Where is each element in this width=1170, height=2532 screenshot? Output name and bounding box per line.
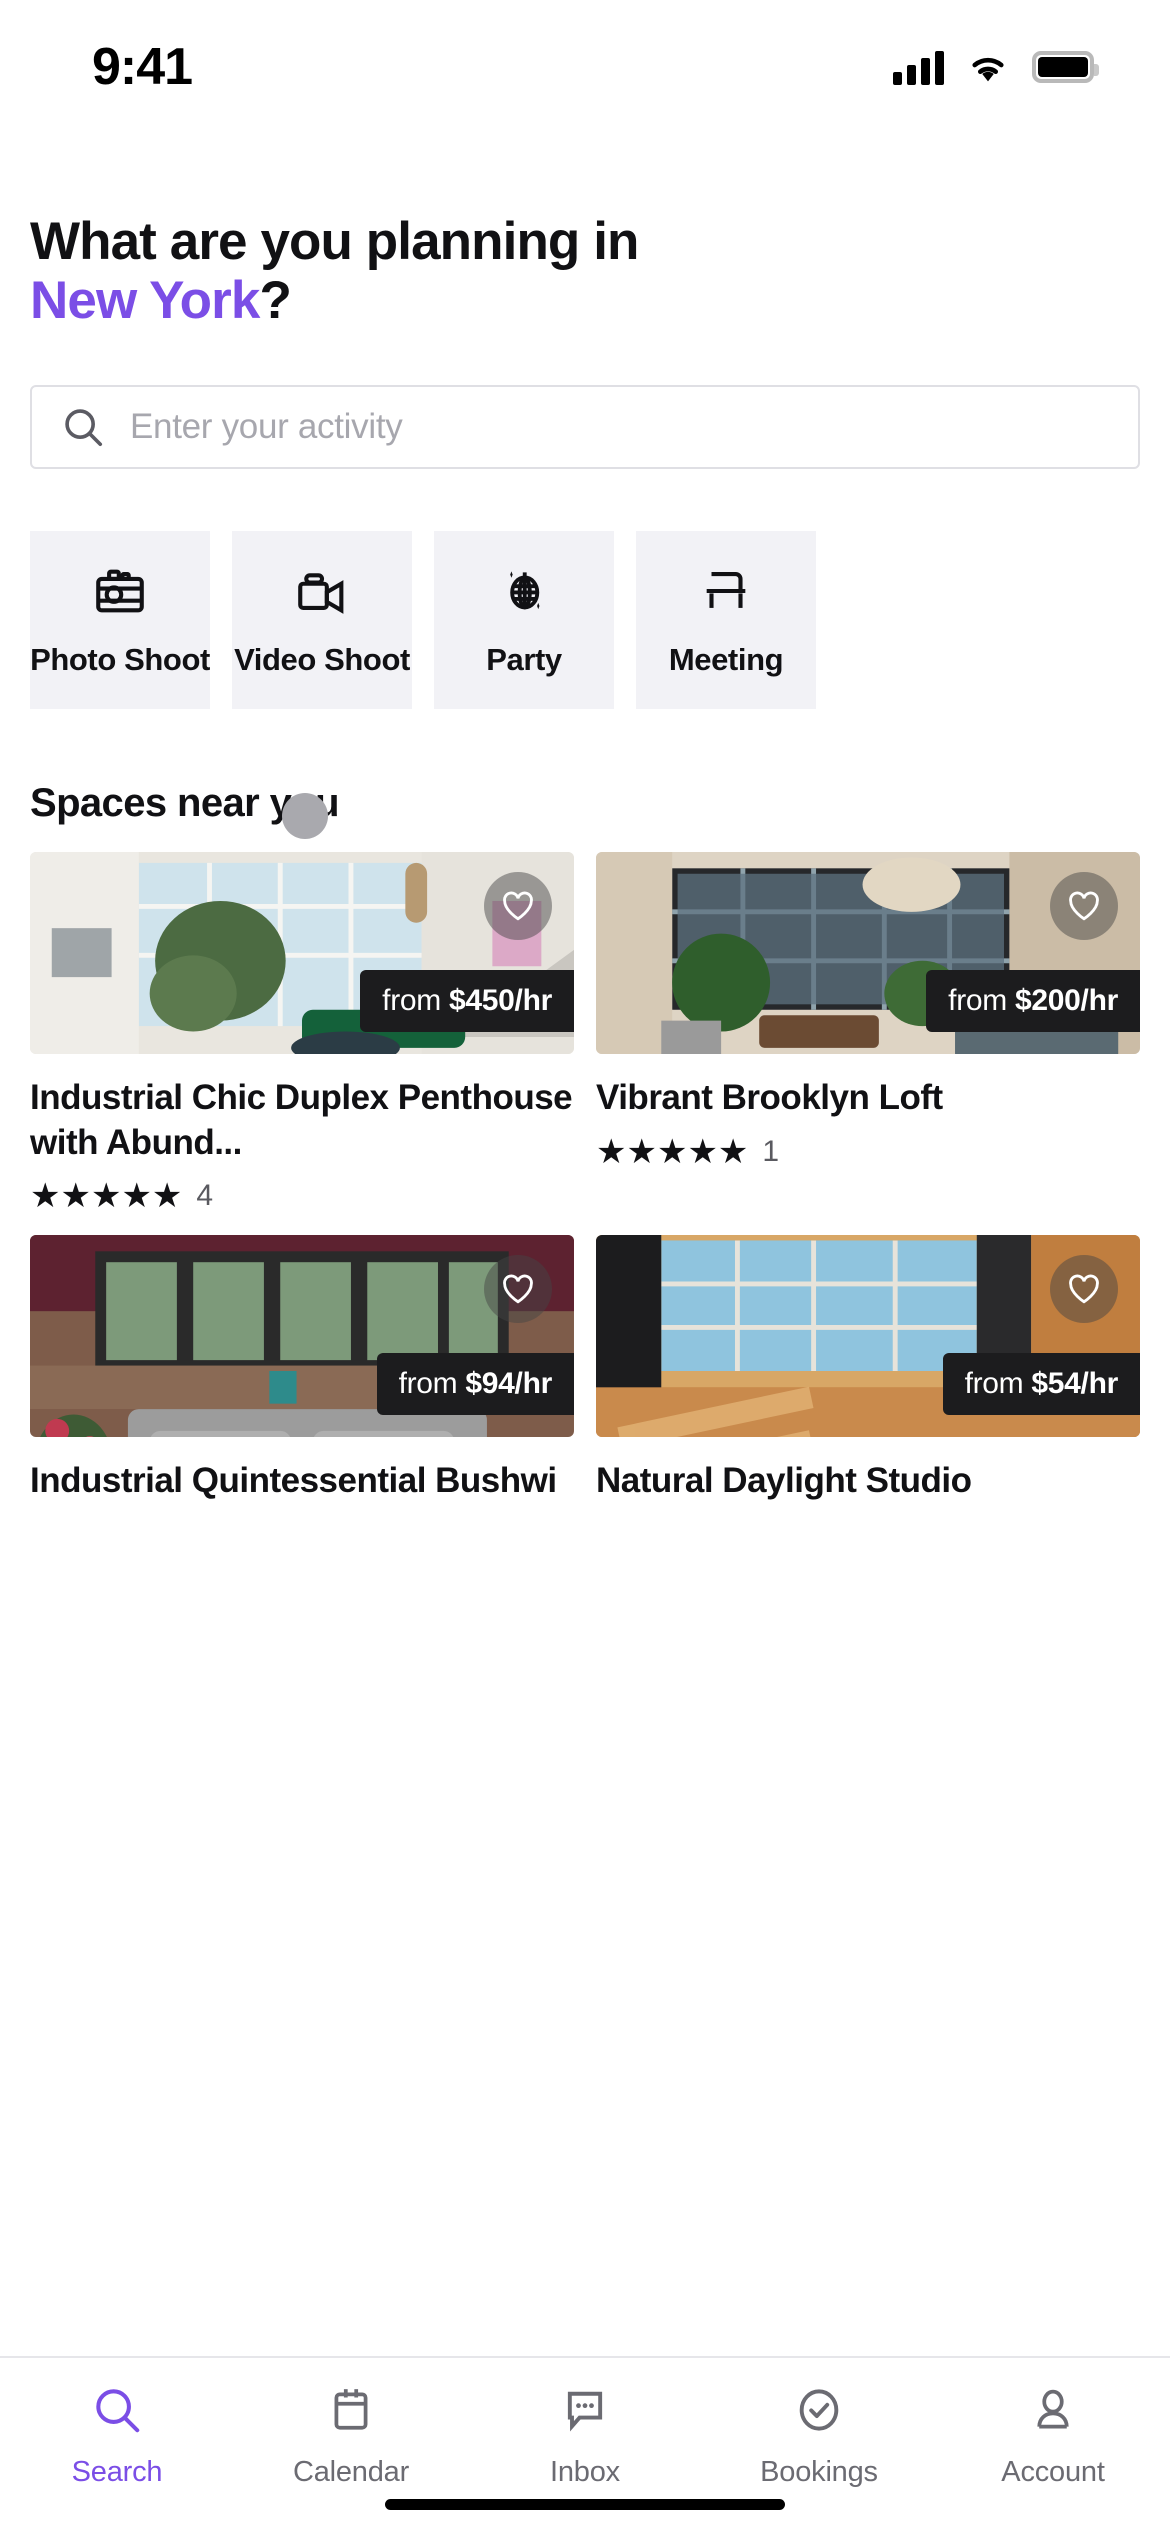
category-chip-label: Meeting [668,641,784,677]
listing-photo[interactable]: from $54/hr [596,1235,1140,1438]
search-icon [90,2380,144,2440]
tab-label: Inbox [550,2456,620,2488]
heart-icon [503,1274,533,1304]
status-indicators [893,49,1099,85]
page-content: What are you planning in New York? Enter… [0,212,1170,469]
review-count: 4 [196,1179,214,1213]
listing-title: Vibrant Brooklyn Loft [596,1077,943,1117]
listing-title: Natural Daylight Studio [596,1461,972,1501]
price-badge: from $450/hr [360,969,574,1032]
wifi-icon [972,57,1004,82]
favorite-button[interactable] [1050,1255,1118,1324]
tab-label: Bookings [760,2456,878,2488]
page-title-city: New York [30,271,260,331]
heart-icon [503,891,533,921]
listing-grid: from $450/hr Industrial Chic Duplex Pent… [30,851,1140,1504]
listing-photo[interactable]: from $94/hr [30,1235,574,1438]
listing-photo[interactable]: from $200/hr [596,851,1140,1054]
page-title-suffix: ? [259,271,291,331]
tab-label: Calendar [292,2456,410,2488]
listing-rating: ★★★★★ 1 [596,1135,1140,1169]
cellular-bars-icon [893,49,944,85]
listing-rating: ★★★★★ 4 [30,1179,574,1213]
category-chip-party[interactable]: Party [434,530,614,709]
chair-icon [697,562,755,620]
favorite-button[interactable] [484,871,552,940]
category-chip-label: Party [486,641,562,677]
price-amount: $450/hr [449,983,552,1017]
category-chip-list[interactable]: Photo Shoot Video Shoot Party Meeting [0,530,1170,709]
camera-icon [91,562,149,620]
category-chip-label: Video Shoot [234,641,410,677]
price-prefix: from [948,983,1016,1017]
page-title-line1: What are you planning in [30,212,639,271]
favorite-button[interactable] [1050,871,1118,940]
price-badge: from $200/hr [926,969,1140,1032]
home-indicator [385,2499,785,2510]
tab-inbox[interactable]: Inbox [485,2380,685,2489]
price-prefix: from [382,983,450,1017]
star-rating-icon: ★★★★★ [596,1132,749,1171]
listing-card[interactable]: from $450/hr Industrial Chic Duplex Pent… [30,851,574,1213]
person-icon [1028,2380,1078,2440]
category-chip-meeting[interactable]: Meeting [636,530,816,709]
price-badge: from $94/hr [376,1353,574,1416]
disco-ball-icon [495,562,553,620]
listing-card[interactable]: from $94/hr Industrial Quintessential Bu… [30,1235,574,1504]
search-input[interactable]: Enter your activity [30,384,1140,469]
status-bar: 9:41 [0,0,1170,120]
calendar-icon [326,2380,376,2440]
tab-bookings[interactable]: Bookings [719,2380,919,2489]
battery-full-icon [1032,51,1099,83]
price-amount: $200/hr [1015,983,1118,1017]
price-amount: $54/hr [1031,1367,1118,1401]
price-badge: from $54/hr [942,1353,1140,1416]
category-chip-photo-shoot[interactable]: Photo Shoot [30,530,210,709]
tab-account[interactable]: Account [953,2380,1153,2489]
listing-title: Industrial Chic Duplex Penthouse with Ab… [30,1077,573,1162]
listing-card[interactable]: from $54/hr Natural Daylight Studio [596,1235,1140,1504]
loading-dot [282,792,328,839]
tab-label: Search [71,2456,163,2488]
tab-label: Account [1001,2456,1105,2488]
price-prefix: from [398,1367,466,1401]
page-title: What are you planning in New York? [30,212,1140,331]
status-time: 9:41 [92,38,193,96]
video-camera-icon [293,562,351,620]
listing-title: Industrial Quintessential Bushwi [30,1461,557,1501]
price-amount: $94/hr [465,1367,552,1401]
tab-calendar[interactable]: Calendar [251,2380,451,2489]
star-rating-icon: ★★★★★ [30,1177,183,1216]
check-circle-icon [793,2380,845,2440]
heart-icon [1069,891,1099,921]
heart-icon [1069,1274,1099,1304]
category-chip-video-shoot[interactable]: Video Shoot [232,530,412,709]
listing-card[interactable]: from $200/hr Vibrant Brooklyn Loft ★★★★★… [596,851,1140,1214]
review-count: 1 [762,1134,780,1168]
category-chip-label: Photo Shoot [30,641,210,677]
listing-photo[interactable]: from $450/hr [30,851,574,1054]
search-placeholder: Enter your activity [130,406,403,446]
favorite-button[interactable] [484,1255,552,1324]
price-prefix: from [964,1367,1032,1401]
tab-search[interactable]: Search [17,2380,217,2489]
section-title-spaces-near-you: Spaces near you [30,781,340,839]
search-icon [65,408,103,446]
chat-bubble-icon [559,2380,611,2440]
